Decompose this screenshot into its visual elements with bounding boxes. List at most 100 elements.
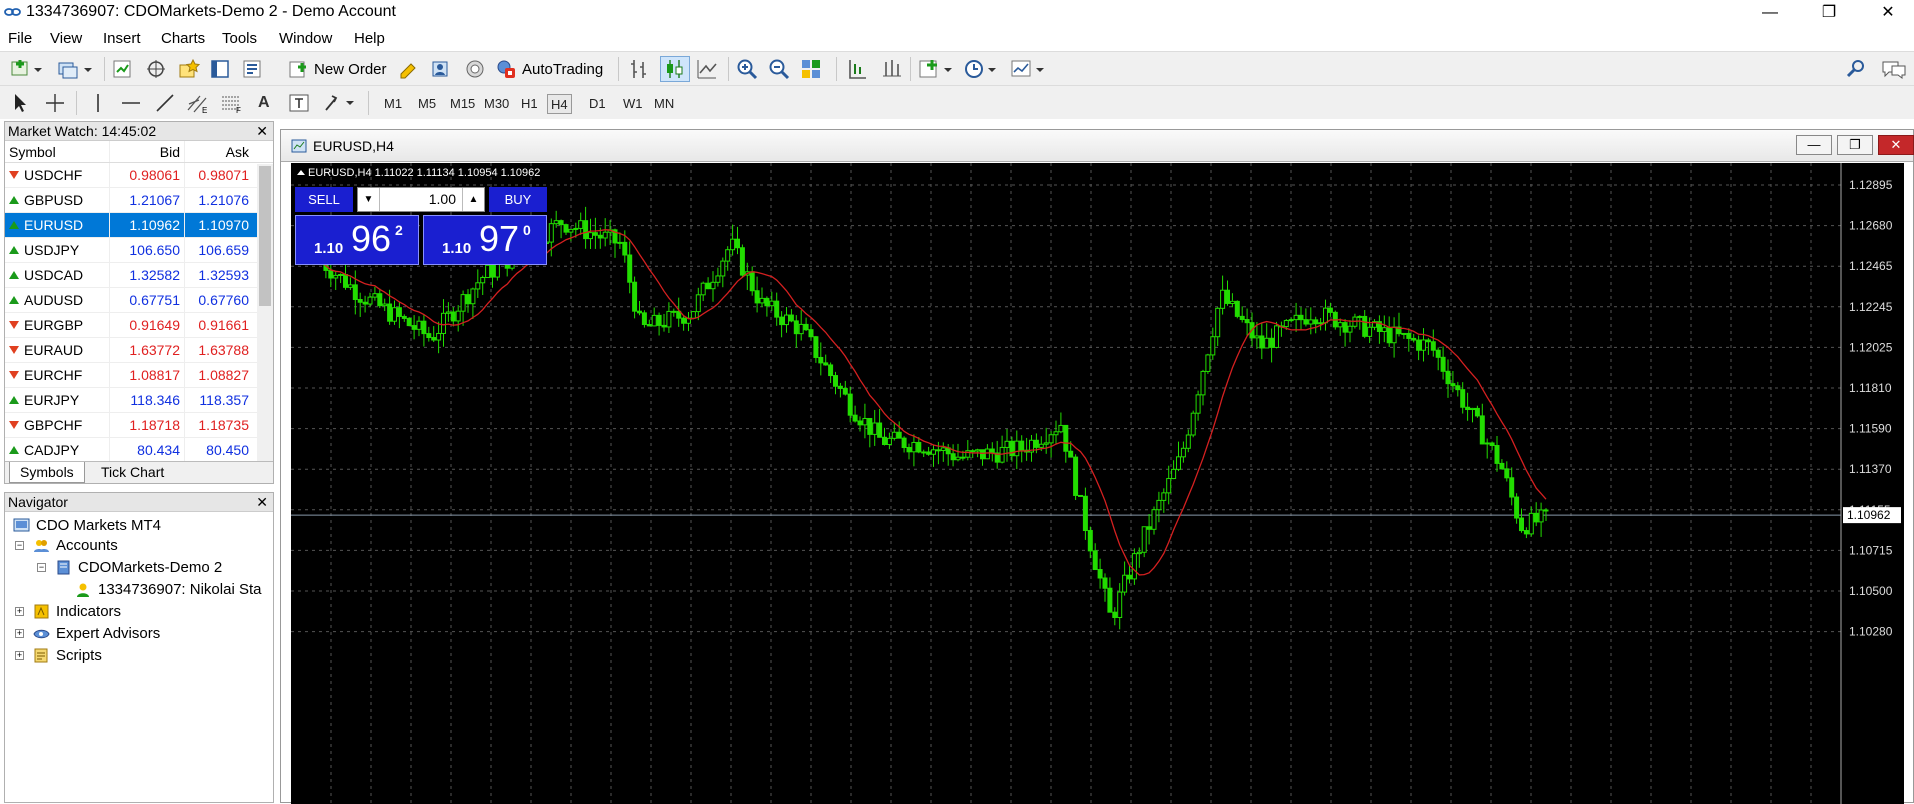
market-watch-toggle-icon[interactable] — [112, 56, 132, 82]
new-chart-icon[interactable] — [10, 56, 42, 82]
text-tool-icon[interactable]: A — [258, 90, 270, 116]
market-watch-row[interactable]: GBPCHF 1.18718 1.18735 — [5, 413, 273, 438]
market-watch-row[interactable]: GBPUSD 1.21067 1.21076 — [5, 188, 273, 213]
market-watch-scrollbar[interactable] — [257, 164, 273, 464]
line-chart-icon[interactable] — [696, 56, 718, 82]
terminal-toggle-icon[interactable] — [210, 56, 230, 82]
scrollbar-thumb[interactable] — [259, 166, 271, 306]
timeframe-m15[interactable]: M15 — [447, 94, 478, 114]
arrows-menu-icon[interactable] — [322, 90, 358, 116]
zoom-out-icon[interactable] — [768, 56, 790, 82]
equidistant-channel-icon[interactable]: E — [186, 90, 210, 116]
chart-minimize-button[interactable]: — — [1796, 135, 1832, 155]
sell-price-button[interactable]: 1.10 96 2 — [295, 215, 419, 265]
lot-increase-icon[interactable]: ▲ — [462, 188, 484, 211]
cursor-icon[interactable] — [10, 90, 30, 116]
timeframe-w1[interactable]: W1 — [620, 94, 646, 114]
indicators-menu-icon[interactable] — [918, 56, 952, 82]
collapse-server-icon[interactable]: − — [37, 563, 46, 572]
templates-menu-icon[interactable] — [1010, 56, 1046, 82]
tab-symbols[interactable]: Symbols — [9, 462, 85, 483]
trendline-icon[interactable] — [154, 90, 176, 116]
market-icon[interactable] — [464, 56, 486, 82]
market-watch-row[interactable]: AUDUSD 0.67751 0.67760 — [5, 288, 273, 313]
market-watch-row[interactable]: EURCHF 1.08817 1.08827 — [5, 363, 273, 388]
market-watch-row[interactable]: USDJPY 106.650 106.659 — [5, 238, 273, 263]
nav-accounts[interactable]: Accounts — [33, 537, 118, 554]
menu-tools[interactable]: Tools — [222, 30, 257, 47]
candle-body — [1043, 442, 1049, 445]
navigator-toggle-icon[interactable] — [178, 56, 200, 82]
expand-experts-icon[interactable]: + — [15, 629, 24, 638]
chat-icon[interactable] — [1880, 56, 1908, 82]
lot-decrease-icon[interactable]: ▼ — [358, 188, 380, 211]
profiles-icon[interactable] — [56, 56, 92, 82]
expand-indicators-icon[interactable]: + — [15, 607, 24, 616]
bar-chart-icon[interactable] — [628, 56, 650, 82]
buy-price-button[interactable]: 1.10 97 0 — [423, 215, 547, 265]
menu-file[interactable]: File — [8, 30, 32, 47]
menu-view[interactable]: View — [50, 30, 82, 47]
menu-insert[interactable]: Insert — [103, 30, 141, 47]
text-label-icon[interactable] — [288, 90, 310, 116]
nav-scripts[interactable]: Scripts — [33, 647, 102, 664]
buy-button[interactable]: BUY — [489, 187, 547, 212]
menu-help[interactable]: Help — [354, 30, 385, 47]
navigator-close-icon[interactable]: ✕ — [256, 493, 268, 512]
timeframe-m30[interactable]: M30 — [481, 94, 512, 114]
search-icon[interactable] — [1846, 56, 1866, 82]
metaeditor-icon[interactable] — [398, 56, 420, 82]
market-watch-row[interactable]: EURJPY 118.346 118.357 — [5, 388, 273, 413]
column-symbol[interactable]: Symbol — [5, 141, 110, 162]
nav-root[interactable]: CDO Markets MT4 — [13, 517, 161, 534]
column-bid[interactable]: Bid — [110, 141, 185, 162]
collapse-accounts-icon[interactable]: − — [15, 541, 24, 550]
lot-size-stepper[interactable]: ▼ 1.00 ▲ — [357, 187, 485, 212]
data-window-icon[interactable] — [146, 56, 166, 82]
expand-scripts-icon[interactable]: + — [15, 651, 24, 660]
chart-shift-icon[interactable] — [846, 56, 868, 82]
market-watch-row[interactable]: EURGBP 0.91649 0.91661 — [5, 313, 273, 338]
horizontal-line-icon[interactable] — [120, 90, 142, 116]
auto-scroll-icon[interactable] — [880, 56, 902, 82]
zoom-in-icon[interactable] — [736, 56, 758, 82]
menu-window[interactable]: Window — [279, 30, 332, 47]
fibonacci-icon[interactable]: F — [220, 90, 244, 116]
sell-button[interactable]: SELL — [295, 187, 353, 212]
timeframe-m5[interactable]: M5 — [415, 94, 439, 114]
timeframe-h1[interactable]: H1 — [518, 94, 541, 114]
crosshair-icon[interactable] — [44, 90, 66, 116]
timeframe-d1[interactable]: D1 — [586, 94, 609, 114]
nav-account[interactable]: 1334736907: Nikolai Sta — [75, 581, 261, 598]
chart-maximize-button[interactable]: ❐ — [1837, 135, 1873, 155]
lot-value[interactable]: 1.00 — [429, 191, 456, 207]
new-order-button[interactable]: New Order — [288, 56, 387, 82]
signals-icon[interactable] — [430, 56, 452, 82]
timeframe-mn[interactable]: MN — [651, 94, 677, 114]
autotrading-button[interactable]: AutoTrading — [496, 56, 603, 82]
nav-server[interactable]: CDOMarkets-Demo 2 — [55, 559, 222, 576]
market-watch-row[interactable]: USDCHF 0.98061 0.98071 — [5, 163, 273, 188]
timeframe-h4[interactable]: H4 — [547, 94, 572, 114]
close-window-button[interactable]: ✕ — [1865, 0, 1911, 26]
strategy-tester-icon[interactable] — [242, 56, 262, 82]
chart-close-button[interactable]: ✕ — [1878, 135, 1914, 155]
tile-windows-icon[interactable] — [800, 56, 822, 82]
market-watch-row[interactable]: CADJPY 80.434 80.450 — [5, 438, 273, 463]
column-ask[interactable]: Ask — [185, 141, 253, 162]
nav-indicators[interactable]: Indicators — [33, 603, 121, 620]
minimize-button[interactable]: — — [1747, 0, 1793, 26]
menu-charts[interactable]: Charts — [161, 30, 205, 47]
market-watch-row[interactable]: EURAUD 1.63772 1.63788 — [5, 338, 273, 363]
nav-expert-advisors[interactable]: Expert Advisors — [33, 625, 160, 642]
market-watch-row[interactable]: USDCAD 1.32582 1.32593 — [5, 263, 273, 288]
market-watch-close-icon[interactable]: ✕ — [256, 122, 268, 141]
periods-menu-icon[interactable] — [964, 56, 998, 82]
restore-button[interactable]: ❐ — [1806, 0, 1852, 26]
vertical-line-icon[interactable] — [88, 90, 108, 116]
tab-tick-chart[interactable]: Tick Chart — [91, 462, 174, 483]
timeframe-m1[interactable]: M1 — [381, 94, 405, 114]
candle-body — [1381, 327, 1387, 333]
market-watch-row[interactable]: EURUSD 1.10962 1.10970 — [5, 213, 273, 238]
candlesticks-icon[interactable] — [660, 56, 690, 82]
